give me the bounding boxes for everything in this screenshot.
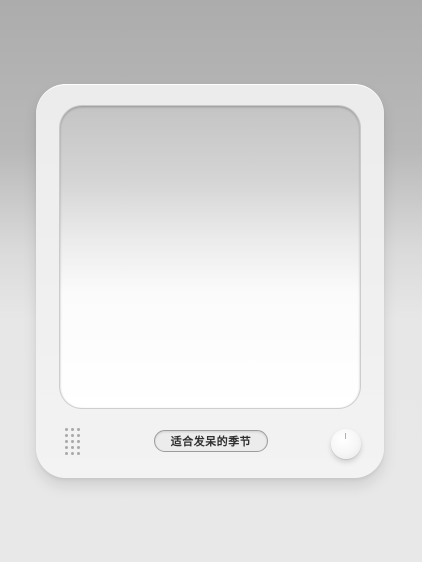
tv-screen xyxy=(60,106,360,408)
knob-indicator xyxy=(345,433,346,439)
dial-knob-icon[interactable] xyxy=(331,429,361,459)
speaker-grille-icon xyxy=(65,428,87,462)
tv-frame: 适合发呆的季节 xyxy=(36,84,384,478)
title-label: 适合发呆的季节 xyxy=(154,430,268,452)
